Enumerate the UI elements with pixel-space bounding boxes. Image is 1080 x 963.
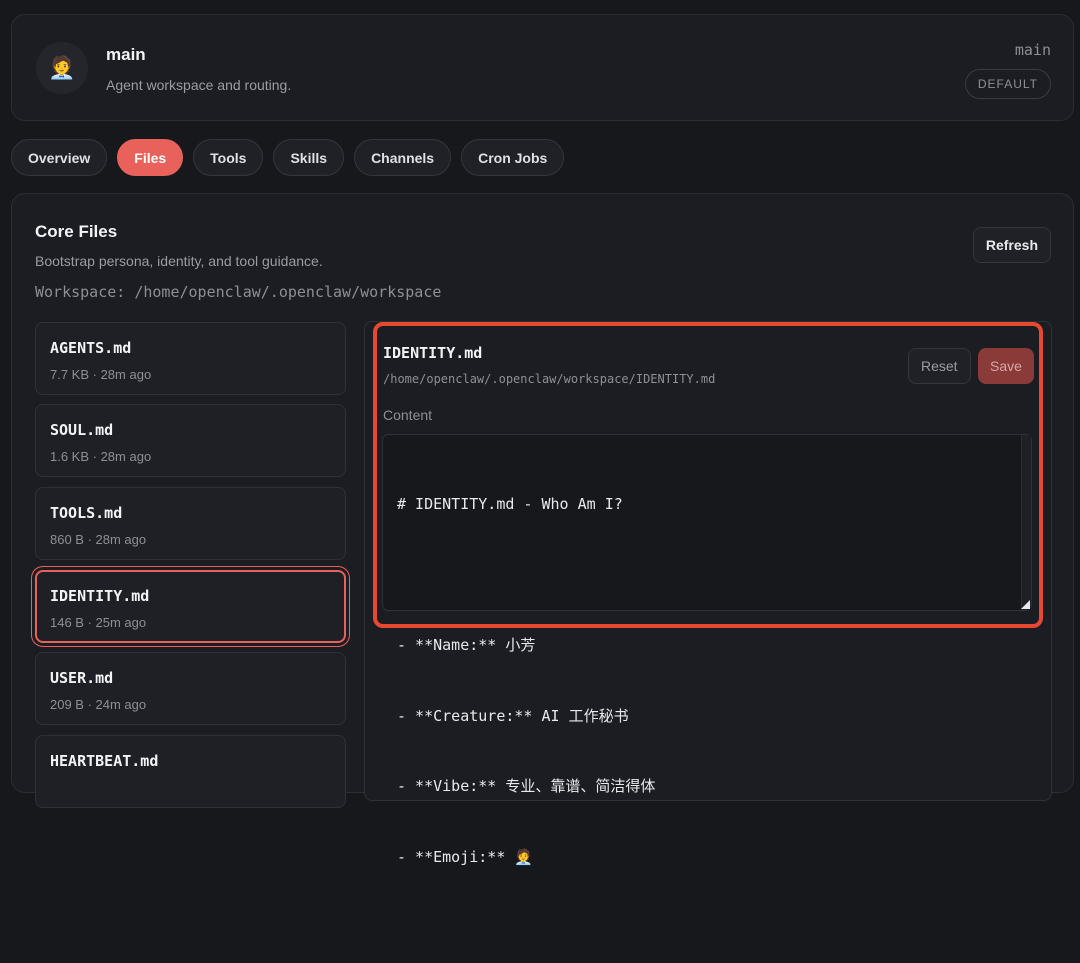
file-name: USER.md	[50, 669, 114, 687]
file-name: AGENTS.md	[50, 339, 132, 357]
file-name: IDENTITY.md	[50, 587, 150, 605]
agent-avatar: 🧑‍💼	[36, 42, 88, 94]
file-meta: 1.6 KB · 28m ago	[50, 449, 152, 464]
content-line: - **Emoji:** 🧑‍💼	[397, 847, 534, 866]
panel-subtitle: Bootstrap persona, identity, and tool gu…	[35, 253, 323, 269]
default-badge: DEFAULT	[964, 69, 1051, 99]
agent-emoji-icon: 🧑‍💼	[48, 55, 76, 80]
file-item-user[interactable]: USER.md 209 B · 24m ago	[35, 652, 346, 725]
file-item-identity[interactable]: IDENTITY.md 146 B · 25m ago	[35, 570, 346, 643]
tab-cron-jobs[interactable]: Cron Jobs	[461, 139, 565, 176]
file-item-tools[interactable]: TOOLS.md 860 B · 28m ago	[35, 487, 346, 560]
workspace-path: Workspace: /home/openclaw/.openclaw/work…	[35, 283, 442, 301]
content-line: - **Vibe:** 专业、靠谱、简洁得体	[397, 777, 656, 795]
tab-skills[interactable]: Skills	[273, 139, 345, 176]
file-name: TOOLS.md	[50, 504, 123, 522]
file-meta: 7.7 KB · 28m ago	[50, 367, 152, 382]
file-meta: 209 B · 24m ago	[50, 697, 147, 712]
tab-files[interactable]: Files	[117, 139, 184, 176]
agent-name: main	[106, 45, 146, 64]
refresh-button[interactable]: Refresh	[972, 227, 1051, 263]
file-item-soul[interactable]: SOUL.md 1.6 KB · 28m ago	[35, 404, 346, 477]
file-name: HEARTBEAT.md	[50, 752, 159, 770]
editor-highlight-outline	[373, 322, 1043, 628]
file-meta: 146 B · 25m ago	[50, 615, 147, 630]
file-meta: 860 B · 28m ago	[50, 532, 147, 547]
tab-tools[interactable]: Tools	[193, 139, 264, 176]
agent-description: Agent workspace and routing.	[106, 77, 292, 93]
file-item-heartbeat[interactable]: HEARTBEAT.md	[35, 735, 346, 808]
tab-bar: Overview Files Tools Skills Channels Cro…	[11, 139, 565, 176]
tab-overview[interactable]: Overview	[11, 139, 108, 176]
file-name: SOUL.md	[50, 421, 114, 439]
content-line: - **Creature:** AI 工作秘书	[397, 706, 629, 725]
tab-channels[interactable]: Channels	[354, 139, 452, 176]
agent-id: main	[1014, 41, 1051, 59]
agent-header-card: 🧑‍💼 main Agent workspace and routing. ma…	[11, 14, 1074, 121]
content-line: - **Name:** 小芳	[397, 636, 536, 654]
panel-title: Core Files	[35, 222, 118, 241]
file-item-agents[interactable]: AGENTS.md 7.7 KB · 28m ago	[35, 322, 346, 395]
core-files-panel: Core Files Bootstrap persona, identity, …	[11, 193, 1074, 866]
